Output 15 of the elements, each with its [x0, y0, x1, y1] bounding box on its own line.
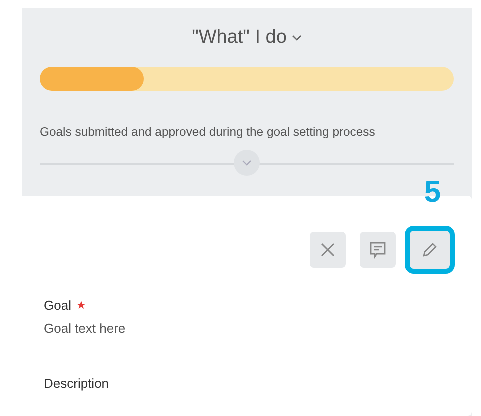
- remove-button[interactable]: [310, 232, 346, 268]
- comment-icon: [369, 241, 387, 259]
- callout-number: 5: [424, 178, 441, 208]
- field-label: Goal: [44, 297, 72, 315]
- pencil-icon: [421, 241, 439, 259]
- section-description: Goals submitted and approved during the goal setting process: [40, 124, 376, 140]
- chevron-down-icon: [242, 160, 252, 166]
- close-icon: [319, 241, 337, 259]
- section-title[interactable]: "What" I do: [192, 24, 287, 52]
- field-value: Goal text here: [44, 320, 126, 338]
- edit-button[interactable]: [410, 231, 450, 269]
- comment-button[interactable]: [360, 232, 396, 268]
- chevron-down-icon[interactable]: [292, 34, 302, 42]
- required-mark: ★: [76, 298, 86, 314]
- field-label: Description: [44, 375, 110, 393]
